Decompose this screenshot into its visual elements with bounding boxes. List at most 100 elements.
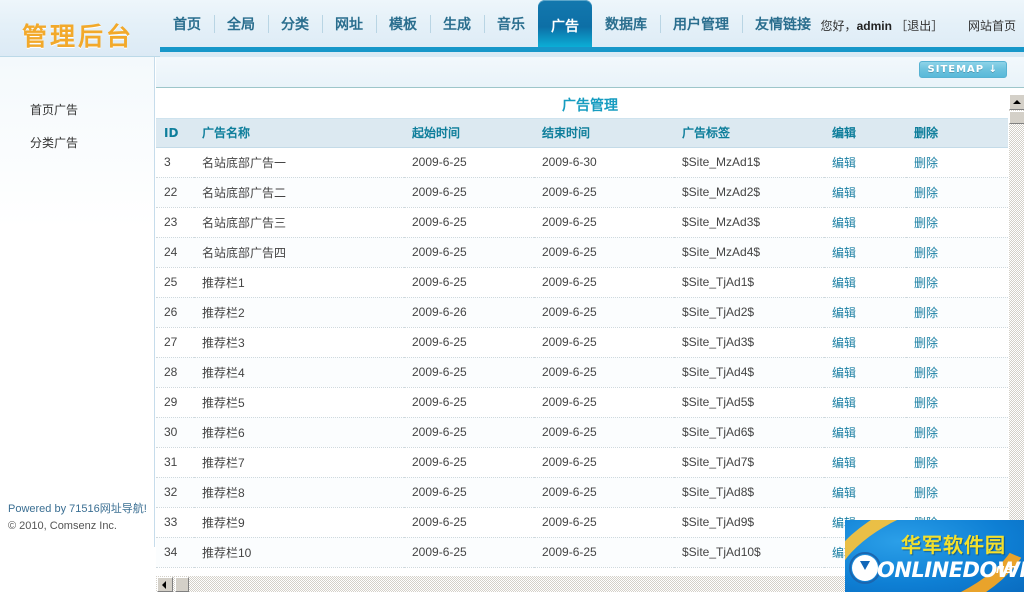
logout-link[interactable]: 退出 — [907, 19, 931, 33]
nav-item-4[interactable]: 模板 — [376, 0, 430, 47]
table-row: 31 推荐栏7 2009-6-25 2009-6-25 $Site_TjAd7$ 编辑 删除 — [156, 447, 1008, 478]
edit-action-link[interactable]: 编辑 — [832, 426, 856, 440]
cell-end: 2009-6-25 — [534, 297, 674, 328]
scroll-up-arrow-icon[interactable] — [1009, 94, 1024, 110]
nav-item-5[interactable]: 生成 — [430, 0, 484, 47]
delete-action-link[interactable]: 删除 — [914, 426, 938, 440]
cell-id: 31 — [156, 447, 194, 478]
table-row: 27 推荐栏3 2009-6-25 2009-6-25 $Site_TjAd3$ 编辑 删除 — [156, 327, 1008, 358]
cell-tag: $Site_TjAd10$ — [674, 537, 824, 568]
nav-item-1[interactable]: 全局 — [214, 0, 268, 47]
delete-action: 删除 — [906, 447, 1008, 478]
ad-table-body: 3 名站底部广告一 2009-6-25 2009-6-30 $Site_MzAd1$ 编辑… — [156, 147, 1008, 568]
delete-action: 删除 — [906, 297, 1008, 328]
cell-tag: $Site_TjAd5$ — [674, 387, 824, 418]
cell-tag: $Site_MzAd2$ — [674, 177, 824, 208]
watermark-cn-text: 华军软件园 — [901, 533, 1006, 557]
delete-action-link[interactable]: 删除 — [914, 186, 938, 200]
edit-action-link[interactable]: 编辑 — [832, 186, 856, 200]
edit-action-link[interactable]: 编辑 — [832, 156, 856, 170]
vertical-scroll-thumb[interactable] — [1009, 111, 1024, 124]
edit-action-link[interactable]: 编辑 — [832, 366, 856, 380]
delete-action-link[interactable]: 删除 — [914, 246, 938, 260]
edit-action: 编辑 — [824, 357, 906, 388]
cell-tag: $Site_TjAd9$ — [674, 507, 824, 538]
table-header-row: ID 广告名称 起始时间 结束时间 广告标签 编辑 删除 — [156, 119, 1008, 148]
nav-item-2[interactable]: 分类 — [268, 0, 322, 47]
table-row: 29 推荐栏5 2009-6-25 2009-6-25 $Site_TjAd5$ 编辑 删除 — [156, 387, 1008, 418]
edit-action-link[interactable]: 编辑 — [832, 396, 856, 410]
edit-action-link[interactable]: 编辑 — [832, 486, 856, 500]
table-col-header-6: 删除 — [906, 119, 1008, 148]
delete-action-link[interactable]: 删除 — [914, 456, 938, 470]
nav-item-10[interactable]: 友情链接 — [742, 0, 824, 47]
edit-action-link[interactable]: 编辑 — [832, 306, 856, 320]
cell-start: 2009-6-25 — [404, 417, 534, 448]
cell-start: 2009-6-25 — [404, 507, 534, 538]
horizontal-scroll-thumb[interactable] — [175, 577, 189, 592]
edit-action-link[interactable]: 编辑 — [832, 456, 856, 470]
edit-action: 编辑 — [824, 207, 906, 238]
edit-action-link[interactable]: 编辑 — [832, 276, 856, 290]
table-row: 28 推荐栏4 2009-6-25 2009-6-25 $Site_TjAd4$ 编辑 删除 — [156, 357, 1008, 388]
cell-start: 2009-6-25 — [404, 267, 534, 298]
edit-action: 编辑 — [824, 267, 906, 298]
cell-id: 27 — [156, 327, 194, 358]
cell-id: 29 — [156, 387, 194, 418]
delete-action-link[interactable]: 删除 — [914, 216, 938, 230]
cell-end: 2009-6-25 — [534, 417, 674, 448]
nav-item-8[interactable]: 数据库 — [592, 0, 660, 47]
cell-id: 33 — [156, 507, 194, 538]
nav-item-6[interactable]: 音乐 — [484, 0, 538, 47]
nav-item-0[interactable]: 首页 — [160, 0, 214, 47]
table-row: 32 推荐栏8 2009-6-25 2009-6-25 $Site_TjAd8$ 编辑 删除 — [156, 477, 1008, 508]
logout-bracket-open: ［ — [895, 19, 908, 33]
cell-id: 24 — [156, 237, 194, 268]
delete-action-link[interactable]: 删除 — [914, 486, 938, 500]
delete-action-link[interactable]: 删除 — [914, 276, 938, 290]
cell-name: 推荐栏4 — [194, 357, 404, 388]
delete-action: 删除 — [906, 387, 1008, 418]
page-title-bar: 广告管理 — [156, 88, 1024, 119]
sitemap-button[interactable]: SITEMAP ↓ — [918, 61, 1007, 78]
cell-name: 推荐栏2 — [194, 297, 404, 328]
cell-start: 2009-6-25 — [404, 237, 534, 268]
delete-action: 删除 — [906, 237, 1008, 268]
table-col-header-3: 结束时间 — [534, 119, 674, 148]
table-col-header-1: 广告名称 — [194, 119, 404, 148]
delete-action-link[interactable]: 删除 — [914, 396, 938, 410]
cell-end: 2009-6-25 — [534, 387, 674, 418]
site-logo: 管理后台 — [22, 22, 135, 51]
cell-name: 推荐栏10 — [194, 537, 404, 568]
table-row: 30 推荐栏6 2009-6-25 2009-6-25 $Site_TjAd6$ 编辑 删除 — [156, 417, 1008, 448]
edit-action: 编辑 — [824, 477, 906, 508]
nav-item-9[interactable]: 用户管理 — [660, 0, 742, 47]
edit-action: 编辑 — [824, 327, 906, 358]
edit-action-link[interactable]: 编辑 — [832, 246, 856, 260]
cell-start: 2009-6-25 — [404, 447, 534, 478]
vertical-scrollbar[interactable] — [1008, 94, 1024, 592]
cell-start: 2009-6-25 — [404, 387, 534, 418]
edit-action-link[interactable]: 编辑 — [832, 216, 856, 230]
delete-action: 删除 — [906, 357, 1008, 388]
scroll-left-arrow-icon[interactable] — [157, 577, 173, 592]
cell-start: 2009-6-25 — [404, 327, 534, 358]
delete-action-link[interactable]: 删除 — [914, 366, 938, 380]
footer-credits: Powered by 71516网址导航! © 2010, Comsenz In… — [8, 501, 153, 535]
nav-item-3[interactable]: 网址 — [322, 0, 376, 47]
edit-action-link[interactable]: 编辑 — [832, 336, 856, 350]
username-label: admin — [856, 19, 892, 33]
sidebar-item-1[interactable]: 分类广告 — [30, 126, 154, 159]
sidebar-item-0[interactable]: 首页广告 — [30, 57, 154, 126]
cell-start: 2009-6-25 — [404, 477, 534, 508]
delete-action-link[interactable]: 删除 — [914, 306, 938, 320]
site-home-link[interactable]: 网站首页 — [968, 19, 1016, 33]
cell-tag: $Site_TjAd3$ — [674, 327, 824, 358]
table-row: 23 名站底部广告三 2009-6-25 2009-6-25 $Site_MzAd3$ 编… — [156, 207, 1008, 238]
edit-action: 编辑 — [824, 417, 906, 448]
delete-action-link[interactable]: 删除 — [914, 156, 938, 170]
nav-item-7[interactable]: 广告 — [538, 0, 592, 49]
ad-table-head: ID 广告名称 起始时间 结束时间 广告标签 编辑 删除 — [156, 119, 1008, 148]
delete-action-link[interactable]: 删除 — [914, 336, 938, 350]
edit-action: 编辑 — [824, 387, 906, 418]
